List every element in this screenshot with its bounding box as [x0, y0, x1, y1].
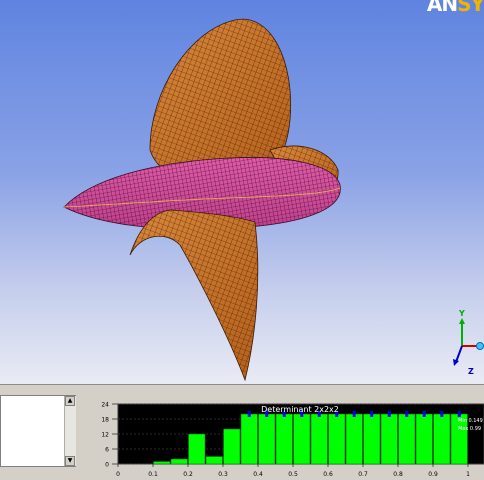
stat-min: Min 0.149: [458, 418, 483, 424]
histogram-bar-6: [223, 428, 241, 465]
histogram-bar-7: [240, 413, 258, 465]
histogram-bar-13: [345, 413, 363, 465]
histogram-marker-16: [405, 411, 409, 417]
histogram-bar-2: [153, 461, 171, 465]
histogram-bar-16: [398, 413, 416, 465]
histogram-bar-12: [328, 413, 346, 465]
histogram-marker-19: [457, 411, 461, 417]
histogram-marker-18: [440, 411, 444, 417]
histogram-bar-11: [310, 413, 328, 465]
histogram-bar-14: [363, 413, 381, 465]
x-tick-label-4: 0.4: [253, 471, 263, 478]
histogram-title: Determinant 2x2x2: [261, 405, 339, 414]
y-tick-label-4: 24: [101, 402, 109, 409]
graphics-viewport[interactable]: ANSY Y Z: [0, 0, 484, 384]
scroll-down-arrow-icon[interactable]: ▼: [65, 456, 75, 466]
histogram-bar-17: [415, 413, 433, 465]
x-tick-label-10: 1: [466, 471, 470, 478]
z-axis-label: Z: [468, 367, 474, 376]
scroll-up-arrow-icon[interactable]: ▲: [65, 396, 75, 406]
stat-max: Max 0.99: [458, 426, 481, 432]
x-axis-ticks: 0 0.1 0.2 0.3 0.4 0.5 0.6 0.7 0.8 0.9 1: [116, 464, 470, 478]
x-tick-label-2: 0.2: [183, 471, 193, 478]
y-tick-label-3: 18: [101, 417, 109, 424]
y-tick-label-1: 6: [105, 447, 109, 454]
determinant-histogram[interactable]: 0 6 12 18 24 0 0.1 0.2 0.3 0.4 0.5 0.6 0.7 0.8 0.9 1 D…: [92, 398, 484, 480]
y-tick-label-2: 12: [101, 432, 109, 439]
histogram-bar-4: [188, 433, 206, 465]
histogram-bar-18: [433, 413, 451, 465]
y-axis-ticks: 0 6 12 18 24: [101, 402, 118, 469]
histogram-bar-8: [258, 413, 276, 465]
x-tick-label-9: 0.9: [428, 471, 438, 478]
list-scrollbar[interactable]: ▲ ▼: [64, 396, 76, 466]
z-axis-line: [455, 345, 463, 363]
x-tick-label-6: 0.6: [323, 471, 333, 478]
x-tick-label-0: 0: [116, 471, 120, 478]
histogram-marker-13: [352, 411, 356, 417]
lower-blade: [129, 209, 259, 382]
histogram-bar-3: [170, 458, 188, 465]
histogram-marker-14: [370, 411, 374, 417]
x-tick-label-8: 0.8: [393, 471, 403, 478]
x-tick-label-5: 0.5: [288, 471, 298, 478]
histogram-bar-15: [380, 413, 398, 465]
histogram-marker-15: [387, 411, 391, 417]
histogram-bar-10: [293, 413, 311, 465]
histogram-bar-9: [275, 413, 293, 465]
x-tick-label-1: 0.1: [148, 471, 158, 478]
x-tick-label-7: 0.7: [358, 471, 368, 478]
y-axis-label: Y: [458, 309, 465, 318]
histogram-bar-5: [205, 456, 223, 465]
y-tick-label-0: 0: [105, 462, 109, 469]
x-tick-label-3: 0.3: [218, 471, 228, 478]
histogram-marker-17: [422, 411, 426, 417]
axis-triad: Y Z: [453, 309, 484, 376]
propeller-mesh-model[interactable]: [0, 0, 484, 384]
histogram-marker-7: [247, 411, 251, 417]
